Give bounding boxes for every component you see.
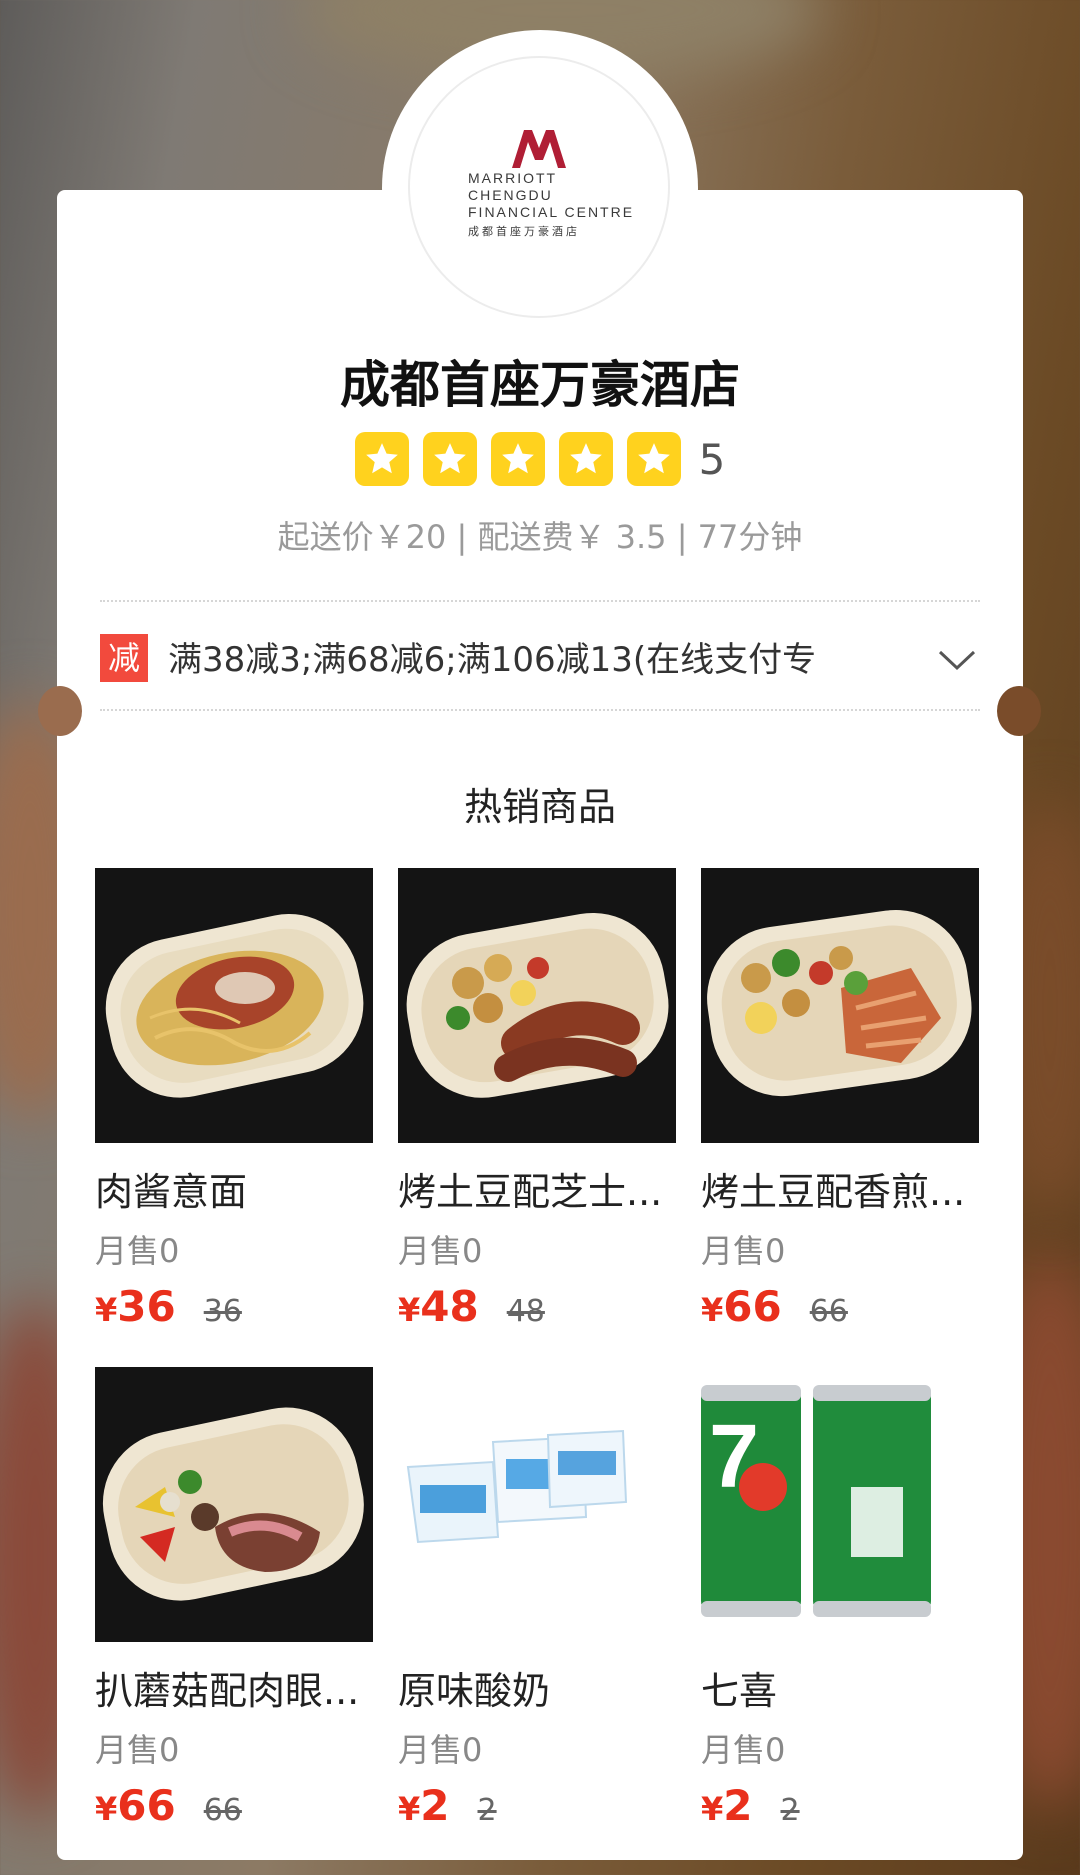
price-value: 2 — [723, 1781, 753, 1830]
product-card[interactable]: 烤土豆配香煎... 月售0 ¥66 66 — [701, 868, 979, 1331]
chevron-down-icon[interactable] — [934, 644, 980, 674]
star-icon — [558, 432, 613, 486]
product-card[interactable]: 原味酸奶 月售0 ¥2 2 — [398, 1367, 676, 1830]
product-name: 七喜 — [701, 1669, 778, 1713]
price-value: 66 — [117, 1781, 176, 1830]
product-image[interactable] — [701, 868, 979, 1143]
promo-row[interactable]: 减 满38减3;满68减6;满106减13(在线支付专 — [100, 628, 980, 690]
divider — [100, 600, 980, 602]
star-icon — [490, 432, 545, 486]
brand-line: FINANCIAL CENTRE — [468, 203, 635, 220]
product-sales: 月售0 — [701, 1731, 786, 1769]
currency-symbol: ¥ — [398, 1790, 421, 1828]
logo-badge: MARRIOTT CHENGDU FINANCIAL CENTRE 成都首座万豪… — [408, 56, 670, 318]
product-card[interactable]: 扒蘑菇配肉眼... 月售0 ¥66 66 — [95, 1367, 373, 1830]
currency-symbol: ¥ — [398, 1291, 421, 1329]
product-name: 原味酸奶 — [398, 1669, 551, 1713]
product-original-price: 66 — [203, 1793, 242, 1828]
product-card[interactable]: 烤土豆配芝士... 月售0 ¥48 48 — [398, 868, 676, 1331]
price-value: 66 — [723, 1282, 782, 1331]
product-sales: 月售0 — [701, 1232, 786, 1270]
star-icon — [422, 432, 477, 486]
brand-line: CHENGDU — [468, 186, 553, 203]
product-name: 烤土豆配芝士... — [398, 1170, 663, 1214]
brand-line: MARRIOTT — [468, 169, 558, 186]
product-original-price: 66 — [809, 1294, 848, 1329]
product-prices: ¥66 66 — [95, 1781, 373, 1830]
product-original-price: 48 — [506, 1294, 545, 1329]
product-price: ¥2 — [398, 1781, 450, 1830]
star-icon — [626, 432, 681, 486]
price-value: 36 — [117, 1282, 176, 1331]
product-price: ¥36 — [95, 1282, 176, 1331]
ticket-notch — [997, 686, 1041, 736]
brand-cn: 成都首座万豪酒店 — [468, 224, 580, 238]
product-prices: ¥48 48 — [398, 1282, 676, 1331]
product-sales: 月售0 — [398, 1731, 483, 1769]
product-price: ¥66 — [701, 1282, 782, 1331]
product-image[interactable] — [95, 868, 373, 1143]
product-prices: ¥36 36 — [95, 1282, 373, 1331]
rating-value: 5 — [698, 434, 726, 484]
product-prices: ¥66 66 — [701, 1282, 979, 1331]
currency-symbol: ¥ — [95, 1291, 118, 1329]
currency-symbol: ¥ — [701, 1291, 724, 1329]
product-price: ¥66 — [95, 1781, 176, 1830]
product-price: ¥2 — [701, 1781, 753, 1830]
currency-symbol: ¥ — [95, 1790, 118, 1828]
product-image[interactable] — [398, 868, 676, 1143]
rating-row: 5 — [0, 432, 1080, 486]
product-name: 扒蘑菇配肉眼... — [95, 1669, 360, 1713]
product-image[interactable] — [95, 1367, 373, 1642]
product-image[interactable] — [398, 1367, 676, 1642]
section-title: 热销商品 — [463, 785, 616, 829]
product-grid: 肉酱意面 月售0 ¥36 36 烤土豆配芝士... 月售0 ¥48 48 烤土豆… — [95, 868, 985, 1830]
price-value: 2 — [420, 1781, 450, 1830]
product-name: 肉酱意面 — [95, 1170, 248, 1214]
product-sales: 月售0 — [95, 1731, 180, 1769]
product-original-price: 2 — [780, 1793, 800, 1828]
product-prices: ¥2 2 — [701, 1781, 979, 1830]
divider — [100, 709, 980, 711]
marriott-logo-icon — [512, 129, 566, 168]
currency-symbol: ¥ — [701, 1790, 724, 1828]
store-logo: MARRIOTT CHENGDU FINANCIAL CENTRE 成都首座万豪… — [382, 30, 698, 346]
product-name: 烤土豆配香煎... — [701, 1170, 966, 1214]
product-sales: 月售0 — [95, 1232, 180, 1270]
delivery-info: 起送价￥20 | 配送费￥ 3.5 | 77分钟 — [277, 518, 803, 556]
product-prices: ¥2 2 — [398, 1781, 676, 1830]
ticket-notch — [38, 686, 82, 736]
store-name: 成都首座万豪酒店 — [340, 356, 740, 414]
star-icon — [354, 432, 409, 486]
product-card[interactable]: 肉酱意面 月售0 ¥36 36 — [95, 868, 373, 1331]
product-card[interactable]: 7 七喜 月售0 ¥2 2 — [701, 1367, 979, 1830]
product-sales: 月售0 — [398, 1232, 483, 1270]
product-price: ¥48 — [398, 1282, 479, 1331]
price-value: 48 — [420, 1282, 479, 1331]
promo-text: 满38减3;满68减6;满106减13(在线支付专 — [168, 640, 817, 680]
product-image[interactable]: 7 — [701, 1367, 979, 1642]
product-original-price: 36 — [203, 1294, 242, 1329]
product-original-price: 2 — [477, 1793, 497, 1828]
promo-tag: 减 — [100, 634, 148, 682]
